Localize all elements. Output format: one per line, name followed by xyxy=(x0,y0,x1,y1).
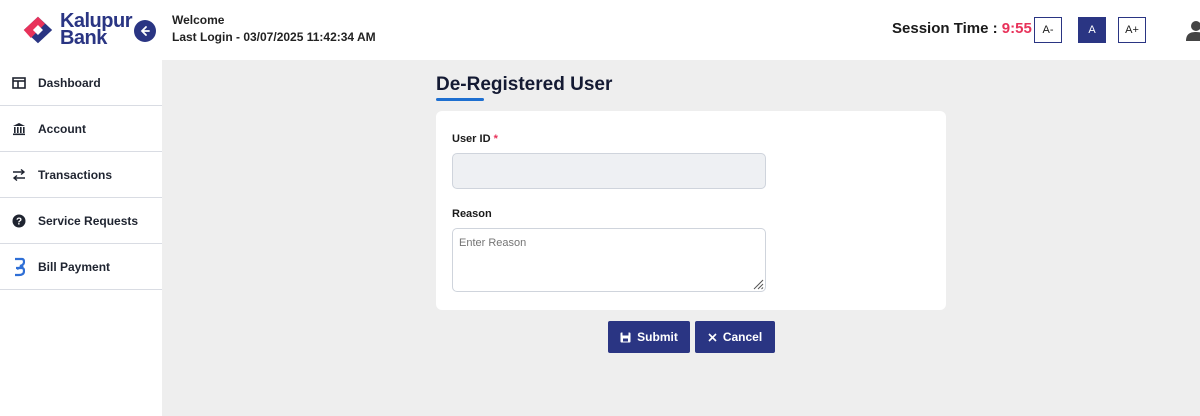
font-default-button[interactable]: A xyxy=(1078,17,1106,43)
user-id-label-text: User ID xyxy=(452,133,491,145)
close-icon xyxy=(708,332,717,342)
arrow-left-icon xyxy=(140,26,150,36)
welcome-text: Welcome xyxy=(172,13,225,27)
sidebar-item-dashboard[interactable]: Dashboard xyxy=(0,60,162,106)
help-icon: ? xyxy=(10,212,28,230)
kalupur-bank-logo[interactable]: Kalupur Bank xyxy=(22,10,133,50)
svg-text:?: ? xyxy=(16,216,22,227)
sidebar: Dashboard Account Transactions ? Service… xyxy=(0,60,162,416)
reason-label: Reason xyxy=(452,208,492,220)
bank-icon xyxy=(10,120,28,138)
sidebar-item-label: Service Requests xyxy=(38,213,139,228)
last-login-text: Last Login - 03/07/2025 11:42:34 AM xyxy=(172,30,376,44)
sidebar-item-label: Dashboard xyxy=(38,75,101,90)
logo-text: Kalupur Bank xyxy=(59,11,133,49)
submit-button-label: Submit xyxy=(637,330,678,344)
user-id-input[interactable] xyxy=(452,153,766,189)
sidebar-item-label: Transactions xyxy=(38,167,113,182)
sidebar-toggle-button[interactable] xyxy=(134,20,156,42)
sidebar-item-account[interactable]: Account xyxy=(0,106,162,152)
sidebar-item-label: Bill Payment xyxy=(38,259,111,274)
transfer-icon xyxy=(10,166,28,184)
cancel-button[interactable]: Cancel xyxy=(695,321,775,353)
user-id-label: User ID * xyxy=(452,133,498,145)
session-time: Session Time : 9:55 xyxy=(892,20,1032,37)
sidebar-item-service-requests[interactable]: ? Service Requests xyxy=(0,198,162,244)
sidebar-item-label: Account xyxy=(38,121,86,136)
cancel-button-label: Cancel xyxy=(722,330,763,344)
bill-payment-icon xyxy=(10,257,28,276)
submit-button[interactable]: Submit xyxy=(608,321,690,353)
font-increase-button[interactable]: A+ xyxy=(1118,17,1146,43)
logo-mark-icon xyxy=(23,16,53,44)
sidebar-item-transactions[interactable]: Transactions xyxy=(0,152,162,198)
required-mark: * xyxy=(493,133,498,145)
reason-textarea[interactable] xyxy=(452,228,766,292)
save-icon xyxy=(620,332,631,343)
sidebar-item-bill-payment[interactable]: Bill Payment xyxy=(0,244,162,290)
form-card: User ID * Reason xyxy=(436,111,946,310)
session-time-value: 9:55 xyxy=(1001,20,1032,37)
main-content: De-Registered User User ID * Reason Subm… xyxy=(162,60,1200,416)
session-time-label: Session Time : xyxy=(892,20,1002,37)
font-decrease-button[interactable]: A- xyxy=(1034,17,1062,43)
title-underline xyxy=(436,98,484,101)
top-header: Kalupur Bank Welcome Last Login - 03/07/… xyxy=(0,0,1200,60)
page-title: De-Registered User xyxy=(436,74,613,95)
user-profile-icon[interactable] xyxy=(1186,19,1200,41)
dashboard-icon xyxy=(10,74,28,92)
resize-grip-icon[interactable] xyxy=(752,278,764,290)
welcome-block: Welcome Last Login - 03/07/2025 11:42:34… xyxy=(172,12,376,46)
logo-name-line2: Bank xyxy=(59,27,107,49)
